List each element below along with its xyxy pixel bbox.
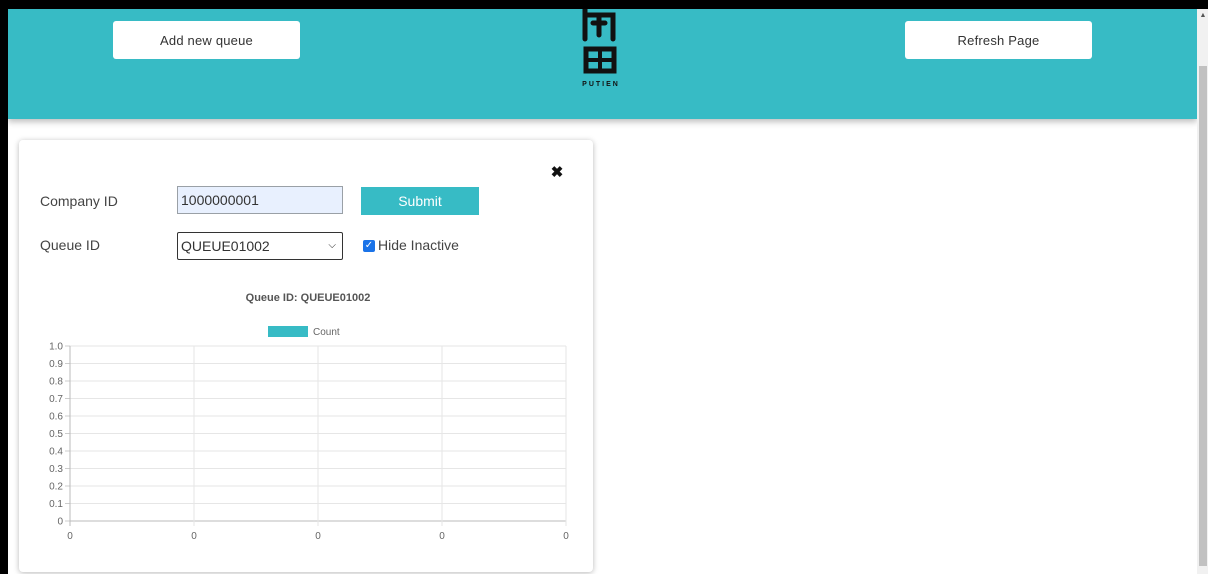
y-tick-label: 0.9 bbox=[49, 359, 63, 370]
submit-button[interactable]: Submit bbox=[361, 187, 479, 215]
y-tick-label: 0.5 bbox=[49, 429, 63, 440]
refresh-page-button[interactable]: Refresh Page bbox=[905, 21, 1092, 59]
y-tick-label: 0.3 bbox=[49, 464, 63, 475]
y-tick-label: 1.0 bbox=[49, 342, 63, 353]
legend-label: Count bbox=[313, 327, 340, 338]
y-tick-label: 0.1 bbox=[49, 499, 63, 510]
queue-id-selected-value: QUEUE01002 bbox=[181, 238, 270, 254]
scrollbar-thumb[interactable] bbox=[1199, 66, 1207, 566]
y-tick-label: 0.6 bbox=[49, 412, 63, 423]
logo-text: PUTIEN bbox=[582, 81, 620, 88]
chart-title: Queue ID: QUEUE01002 bbox=[246, 292, 371, 304]
legend-swatch bbox=[268, 326, 308, 337]
queue-id-label: Queue ID bbox=[40, 237, 100, 253]
window-frame-top bbox=[0, 0, 1208, 9]
add-new-queue-button[interactable]: Add new queue bbox=[113, 21, 300, 59]
queue-id-select[interactable]: QUEUE01002 ⌵ bbox=[177, 232, 343, 260]
y-tick-label: 0.8 bbox=[49, 377, 63, 388]
y-tick-label: 0.2 bbox=[49, 482, 63, 493]
y-tick-label: 0 bbox=[57, 517, 63, 528]
chart-axes: 00.10.20.30.40.50.60.70.80.91.00 0 0 0 0 bbox=[49, 342, 569, 543]
y-tick-label: 0.4 bbox=[49, 447, 63, 458]
putien-logo: PUTIEN bbox=[561, 9, 641, 101]
chevron-down-icon: ⌵ bbox=[328, 240, 336, 251]
x-tick-label: 0 bbox=[315, 531, 321, 542]
y-tick-label: 0.7 bbox=[49, 394, 63, 405]
scroll-up-arrow-icon[interactable]: ▲ bbox=[1198, 11, 1208, 21]
x-tick-label: 0 bbox=[67, 531, 73, 542]
hide-inactive-checkbox[interactable]: ✓ bbox=[363, 240, 375, 252]
queue-panel: ✖ Company ID 1000000001 Submit Queue ID … bbox=[19, 140, 593, 572]
company-id-label: Company ID bbox=[40, 193, 118, 209]
window-frame-left bbox=[0, 0, 8, 574]
company-id-input[interactable]: 1000000001 bbox=[177, 186, 343, 214]
x-tick-label: 0 bbox=[439, 531, 445, 542]
hide-inactive-label: Hide Inactive bbox=[378, 237, 459, 253]
x-tick-label: 0 bbox=[191, 531, 197, 542]
close-icon[interactable]: ✖ bbox=[548, 164, 566, 182]
header-bar: Add new queue PUTIEN Refresh Page bbox=[8, 9, 1197, 119]
queue-chart: Queue ID: QUEUE01002 Count 0 0.1 0.2 0.3 0.4… bbox=[49, 292, 569, 543]
x-tick-label: 0 bbox=[563, 531, 569, 542]
logo-glyph-icon bbox=[582, 9, 617, 74]
